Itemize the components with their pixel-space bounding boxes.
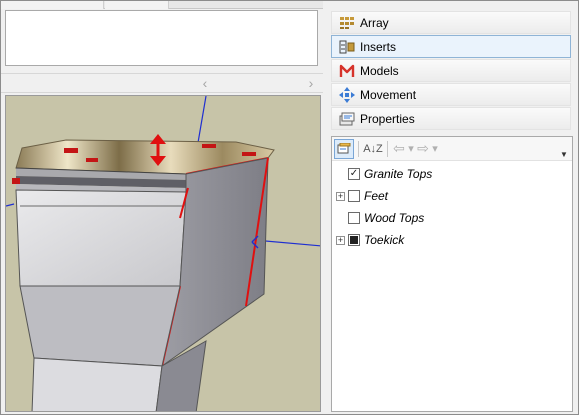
checkbox-indeterminate-icon[interactable] (348, 234, 360, 246)
menu-item-label: Models (360, 63, 399, 78)
property-grid: A↓Z ⇦ ▾ ⇨ ▾ ▼ ✓ Granite Tops + Feet Wood… (331, 136, 573, 412)
tree-item-label: Granite Tops (364, 167, 433, 181)
left-pane: ‹ › (1, 1, 323, 414)
array-icon (336, 13, 358, 33)
tab-second[interactable] (105, 1, 169, 9)
categorized-view-button[interactable] (334, 138, 354, 159)
top-tab-strip (1, 1, 323, 9)
menu-item-label: Properties (360, 111, 415, 126)
checkbox-unchecked-icon[interactable] (348, 190, 360, 202)
horizontal-scrollbar[interactable]: ‹ › (1, 73, 323, 93)
scroll-left-icon[interactable]: ‹ (197, 75, 213, 91)
tree-item-granite-tops[interactable]: ✓ Granite Tops (336, 164, 432, 184)
menu-item-label: Inserts (360, 39, 397, 54)
categorized-icon (337, 142, 351, 153)
tree-item-wood-tops[interactable]: Wood Tops (336, 208, 424, 228)
property-toolbar: A↓Z ⇦ ▾ ⇨ ▾ ▼ (332, 137, 572, 161)
tree-item-label: Wood Tops (364, 211, 425, 225)
3d-viewport[interactable] (5, 95, 321, 412)
menu-item-inserts[interactable]: Inserts (331, 35, 571, 58)
right-pane: Array Inserts Models Movement Properties (328, 1, 578, 414)
expand-plus-icon[interactable]: + (336, 235, 345, 245)
tree-item-label: Toekick (364, 233, 405, 247)
menu-item-label: Array (360, 15, 389, 30)
tree-item-toekick[interactable]: + Toekick (336, 230, 404, 250)
back-icon[interactable]: ⇦ (392, 139, 406, 159)
toolbar-separator (358, 140, 359, 157)
cabinet-model-render (6, 96, 320, 411)
toolbar-separator (387, 140, 388, 157)
checkbox-unchecked-icon[interactable] (348, 212, 360, 224)
tree-item-feet[interactable]: + Feet (336, 186, 388, 206)
menu-item-label: Movement (360, 87, 417, 102)
back-dropdown-icon[interactable]: ▾ (406, 139, 416, 159)
checkbox-checked-icon[interactable]: ✓ (348, 168, 360, 180)
forward-dropdown-icon[interactable]: ▾ (430, 139, 440, 159)
forward-icon[interactable]: ⇨ (416, 139, 430, 159)
expand-plus-icon[interactable]: + (336, 191, 345, 201)
info-box (5, 10, 318, 66)
movement-icon (336, 85, 358, 105)
tree-item-label: Feet (364, 189, 389, 203)
scroll-right-icon[interactable]: › (303, 75, 319, 91)
sort-alphabetical-button[interactable]: A↓Z (363, 139, 383, 159)
models-icon (336, 61, 358, 81)
menu-item-properties[interactable]: Properties (331, 107, 571, 130)
tab-first[interactable] (1, 1, 104, 9)
toolbar-overflow-icon[interactable]: ▼ (560, 150, 569, 159)
properties-icon (336, 109, 358, 129)
menu-item-models[interactable]: Models (331, 59, 571, 82)
application-window: ‹ › Array Inserts Models Movement Proper… (0, 0, 579, 415)
menu-item-array[interactable]: Array (331, 11, 571, 34)
inserts-icon (336, 37, 358, 57)
menu-item-movement[interactable]: Movement (331, 83, 571, 106)
